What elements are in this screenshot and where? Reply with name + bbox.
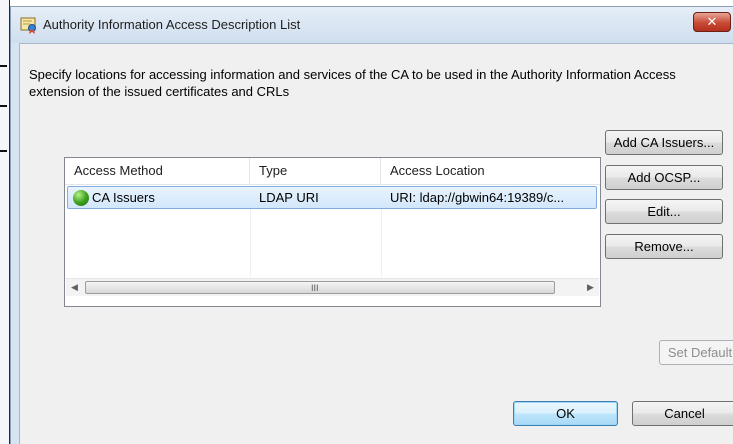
column-header-access-location[interactable]: Access Location <box>381 158 600 184</box>
dialog-window: Authority Information Access Description… <box>10 6 733 444</box>
window-title: Authority Information Access Description… <box>43 17 301 32</box>
access-description-list[interactable]: Access Method Type Access Location CA Is… <box>64 157 601 307</box>
list-row-selected[interactable]: CA Issuers LDAP URI URI: ldap://gbwin64:… <box>67 186 597 209</box>
scroll-right-arrow-icon[interactable]: ▶ <box>582 279 599 296</box>
list-header: Access Method Type Access Location <box>65 158 600 185</box>
title-bar[interactable]: Authority Information Access Description… <box>11 7 733 43</box>
desktop-edge-mark <box>0 105 7 107</box>
column-header-access-method[interactable]: Access Method <box>65 158 250 184</box>
cell-access-method: CA Issuers <box>92 190 155 205</box>
add-ca-issuers-button[interactable]: Add CA Issuers... <box>605 130 723 155</box>
column-header-type[interactable]: Type <box>250 158 381 184</box>
close-button[interactable]: ✕ <box>693 12 731 32</box>
scrollbar-thumb[interactable]: III <box>85 281 555 294</box>
horizontal-scrollbar[interactable]: ◀ III ▶ <box>66 278 599 296</box>
cell-access-location: URI: ldap://gbwin64:19389/c... <box>390 190 565 205</box>
scroll-left-arrow-icon[interactable]: ◀ <box>66 279 83 296</box>
edit-button[interactable]: Edit... <box>605 199 723 224</box>
certificate-icon <box>20 17 36 34</box>
desktop-edge <box>0 0 10 444</box>
set-default-button[interactable]: Set Default <box>659 340 733 365</box>
add-ocsp-button[interactable]: Add OCSP... <box>605 165 723 190</box>
desktop-edge-mark <box>0 65 7 67</box>
remove-button[interactable]: Remove... <box>605 234 723 259</box>
dialog-body: Specify locations for accessing informat… <box>19 43 733 444</box>
cell-type: LDAP URI <box>259 190 319 205</box>
ok-button[interactable]: OK <box>513 401 618 426</box>
desktop-edge-mark <box>0 150 7 152</box>
cancel-button[interactable]: Cancel <box>632 401 733 426</box>
scrollbar-grip-icon: III <box>311 283 319 293</box>
globe-icon <box>73 190 89 206</box>
description-text: Specify locations for accessing informat… <box>29 67 676 99</box>
